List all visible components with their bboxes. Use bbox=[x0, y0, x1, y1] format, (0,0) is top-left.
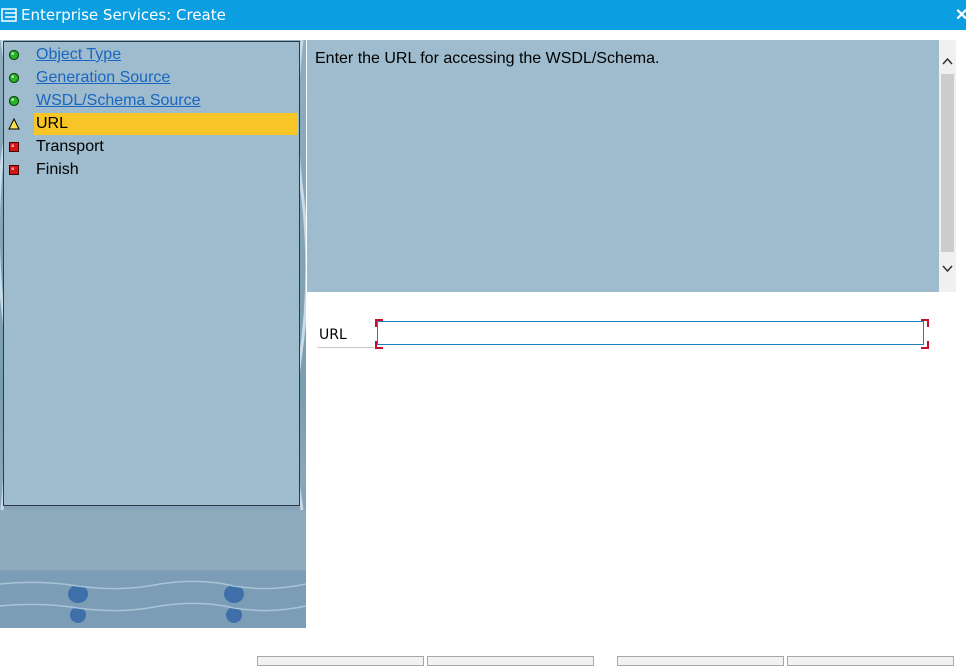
url-form-row: URL bbox=[317, 319, 929, 350]
red-square-icon bbox=[9, 165, 19, 175]
required-marker bbox=[375, 341, 383, 349]
yellow-triangle-icon bbox=[8, 118, 20, 130]
info-panel: Enter the URL for accessing the WSDL/Sch… bbox=[307, 40, 939, 292]
instruction-text: Enter the URL for accessing the WSDL/Sch… bbox=[315, 50, 660, 67]
info-scrollbar[interactable] bbox=[939, 40, 956, 292]
step-finish: Finish bbox=[4, 159, 298, 181]
step-url: URL bbox=[4, 113, 298, 135]
close-icon[interactable]: ✕ bbox=[955, 5, 966, 25]
footer-button-4[interactable] bbox=[787, 656, 954, 666]
step-label[interactable]: WSDL/Schema Source bbox=[36, 92, 201, 110]
current-step-highlight bbox=[34, 113, 298, 135]
step-label: Finish bbox=[36, 161, 79, 178]
url-label: URL bbox=[317, 327, 374, 348]
step-label: URL bbox=[36, 115, 69, 132]
window-title: Enterprise Services: Create bbox=[21, 6, 226, 24]
red-square-icon bbox=[9, 142, 19, 152]
chevron-up-icon[interactable] bbox=[942, 56, 953, 66]
green-dot-icon bbox=[8, 49, 20, 61]
footer-button-2[interactable] bbox=[427, 656, 594, 666]
wizard-step-pane: Object Type Generation Source WSDL/Schem… bbox=[0, 40, 306, 628]
step-label[interactable]: Generation Source bbox=[36, 69, 170, 87]
title-bar: Enterprise Services: Create ✕ bbox=[0, 0, 966, 30]
footer-button-1[interactable] bbox=[257, 656, 424, 666]
step-object-type[interactable]: Object Type bbox=[4, 44, 298, 66]
required-marker bbox=[921, 341, 929, 349]
footer-button-3[interactable] bbox=[617, 656, 784, 666]
green-dot-icon bbox=[8, 95, 20, 107]
green-dot-icon bbox=[8, 72, 20, 84]
window-menu-icon[interactable] bbox=[1, 8, 17, 22]
url-input[interactable] bbox=[377, 321, 924, 345]
step-wsdl-schema-source[interactable]: WSDL/Schema Source bbox=[4, 90, 298, 112]
chevron-down-icon[interactable] bbox=[942, 264, 953, 274]
step-transport: Transport bbox=[4, 136, 298, 158]
required-marker bbox=[921, 319, 929, 327]
required-marker bbox=[375, 319, 383, 327]
step-list: Object Type Generation Source WSDL/Schem… bbox=[3, 41, 300, 506]
step-label: Transport bbox=[36, 138, 104, 155]
water-drop-artwork bbox=[0, 510, 306, 628]
step-label[interactable]: Object Type bbox=[36, 46, 121, 64]
step-generation-source[interactable]: Generation Source bbox=[4, 67, 298, 89]
scrollbar-thumb[interactable] bbox=[941, 74, 954, 252]
